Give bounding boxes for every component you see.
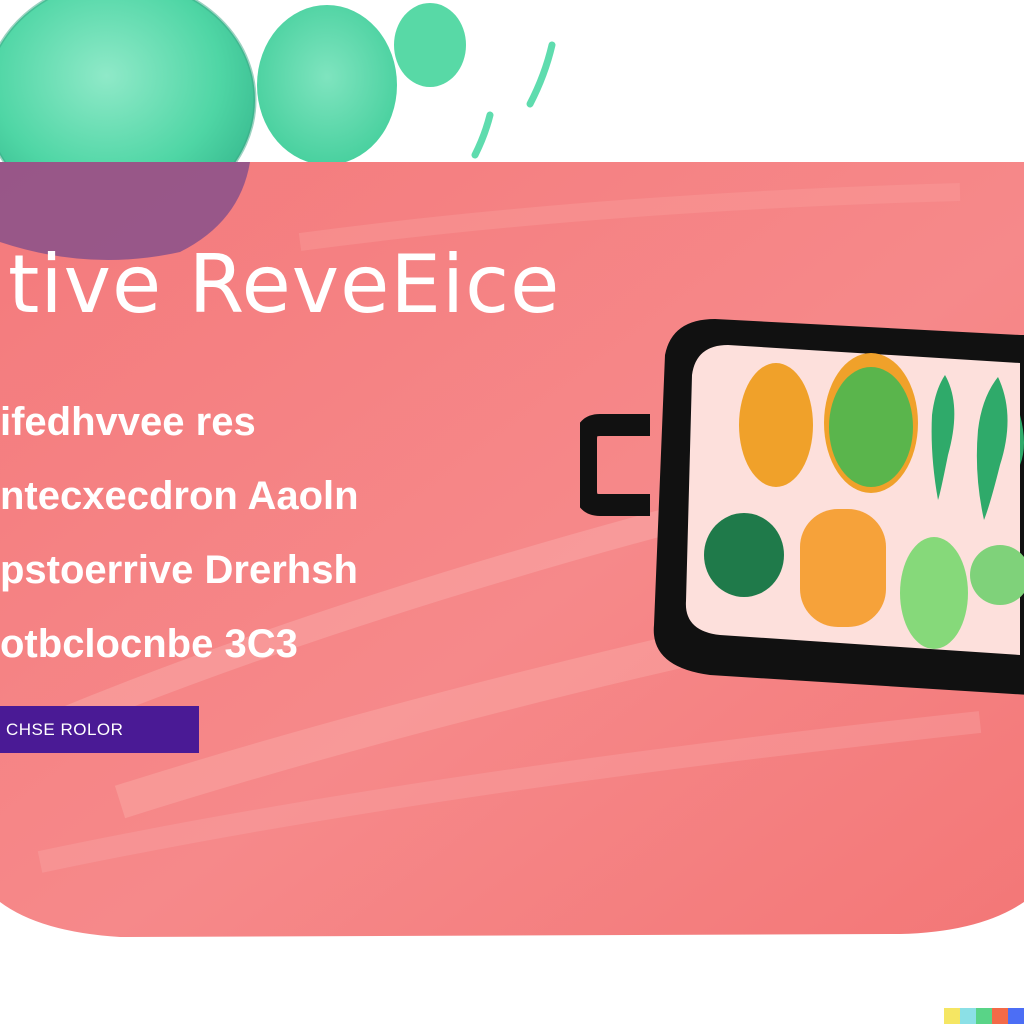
watermark-swatch xyxy=(976,1008,992,1024)
brush-stroke-icon xyxy=(471,111,494,159)
paint-blob-icon xyxy=(900,537,968,649)
small-bubble-icon xyxy=(394,3,466,87)
description-line: pstoerrive Drerhsh xyxy=(0,548,358,592)
page-title: tive ReveEice xyxy=(8,238,561,331)
medium-bubble-icon xyxy=(257,5,397,165)
food-compartment-icon xyxy=(739,363,813,487)
watermark-strip xyxy=(944,1008,1024,1024)
food-compartment-icon xyxy=(704,513,784,597)
cta-button[interactable]: CHSE ROLOR xyxy=(0,706,199,753)
landing-page: tive ReveEice ifedhvvee res ntecxecdron … xyxy=(0,0,1024,1024)
watermark-swatch xyxy=(944,1008,960,1024)
description-line: ntecxecdron Aaoln xyxy=(0,474,359,518)
food-compartment-icon xyxy=(800,509,886,627)
watermark-swatch xyxy=(1008,1008,1024,1024)
bento-box-icon xyxy=(580,319,1024,695)
watermark-swatch xyxy=(960,1008,976,1024)
description-line: ifedhvvee res xyxy=(0,400,256,444)
brush-stroke-icon xyxy=(526,41,556,108)
description-line: otbclocnbe 3C3 xyxy=(0,622,298,666)
watermark-swatch xyxy=(992,1008,1008,1024)
hero-description: ifedhvvee res ntecxecdron Aaoln pstoerri… xyxy=(0,392,359,688)
food-compartment-icon xyxy=(829,367,913,487)
